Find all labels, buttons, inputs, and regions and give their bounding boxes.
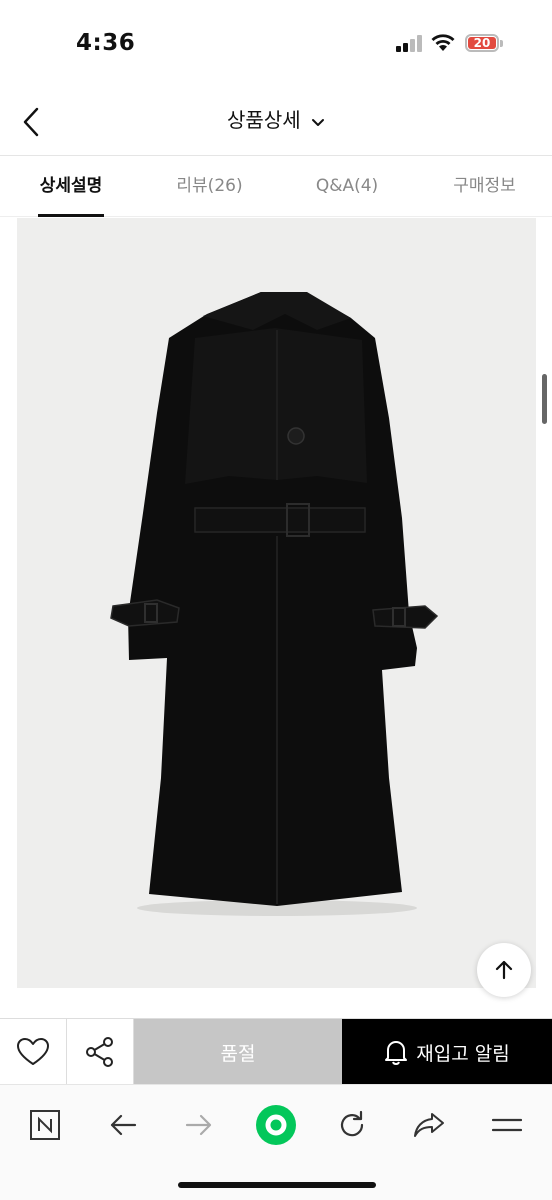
home-indicator [178,1182,376,1188]
scroll-top-button[interactable] [477,943,531,997]
browser-share-button[interactable] [407,1103,451,1147]
tab-detail[interactable]: 상세설명 [0,157,142,217]
chevron-down-icon [311,118,324,126]
soldout-button[interactable]: 품절 [134,1019,342,1085]
green-home-icon [256,1105,296,1145]
heart-icon [17,1038,49,1065]
like-button[interactable] [0,1019,67,1085]
battery-icon: 20 [465,34,499,52]
page-header: 상품상세 [0,92,552,156]
status-time: 4:36 [76,30,136,56]
status-bar: 4:36 20 [0,0,552,92]
refresh-button[interactable] [330,1103,374,1147]
share-button[interactable] [67,1019,134,1085]
browser-forward-button[interactable] [177,1103,221,1147]
naver-icon [30,1110,60,1140]
naver-button[interactable] [23,1103,67,1147]
battery-nub [500,40,503,47]
back-icon [110,1114,137,1136]
scrollbar[interactable] [542,374,547,424]
restock-alert-button[interactable]: 재입고 알림 [342,1019,552,1085]
share-arrow-icon [414,1113,444,1137]
share-icon [86,1037,113,1067]
page-title[interactable]: 상품상세 [0,104,552,133]
detail-tabs: 상세설명 리뷰(26) Q&A(4) 구매정보 [0,157,552,217]
arrow-up-icon [495,960,513,980]
menu-icon [492,1118,522,1132]
restock-label: 재입고 알림 [416,1042,510,1065]
forward-icon [185,1114,212,1136]
bell-icon [385,1041,408,1065]
trench-coat-image [110,292,439,916]
tab-purchase-info[interactable]: 구매정보 [417,157,552,216]
tab-reviews[interactable]: 리뷰(26) [142,157,277,216]
green-home-button[interactable] [254,1103,298,1147]
battery-level: 20 [468,37,496,49]
page-title-text: 상품상세 [227,108,301,132]
browser-back-button[interactable] [101,1103,145,1147]
product-image [17,218,536,988]
refresh-icon [340,1110,364,1137]
tab-qna[interactable]: Q&A(4) [277,157,417,216]
signal-icon [396,35,422,52]
wifi-icon [431,34,455,51]
purchase-action-bar: 품절 재입고 알림 [0,1018,552,1085]
menu-button[interactable] [485,1103,529,1147]
